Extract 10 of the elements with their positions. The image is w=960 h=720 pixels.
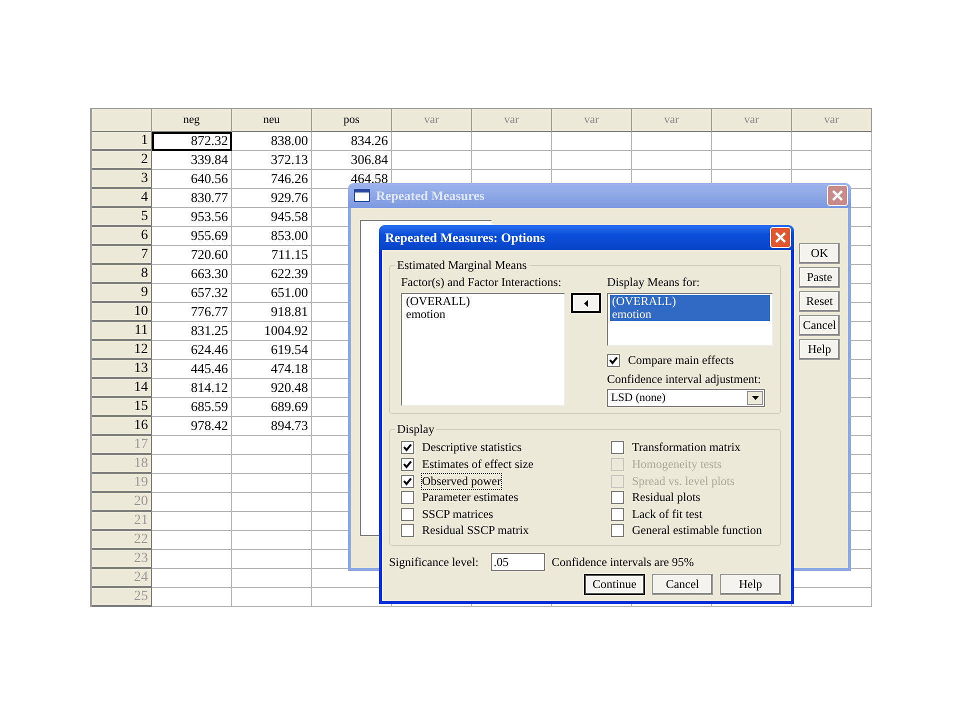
window-title: Repeated Measures: Options <box>385 230 546 246</box>
window-title: Repeated Measures <box>376 188 486 204</box>
confidence-note: Confidence intervals are 95% <box>552 554 694 570</box>
select-value: LSD (none) <box>611 392 666 404</box>
field-label: Significance level: <box>389 554 479 570</box>
list-label: Display Means for: <box>607 275 701 290</box>
select-label: Confidence interval adjustment: <box>607 372 762 387</box>
list-label: Factor(s) and Factor Interactions: <box>401 275 562 290</box>
group-title: Display <box>396 422 436 437</box>
group-title: Estimated Marginal Means <box>396 258 528 273</box>
